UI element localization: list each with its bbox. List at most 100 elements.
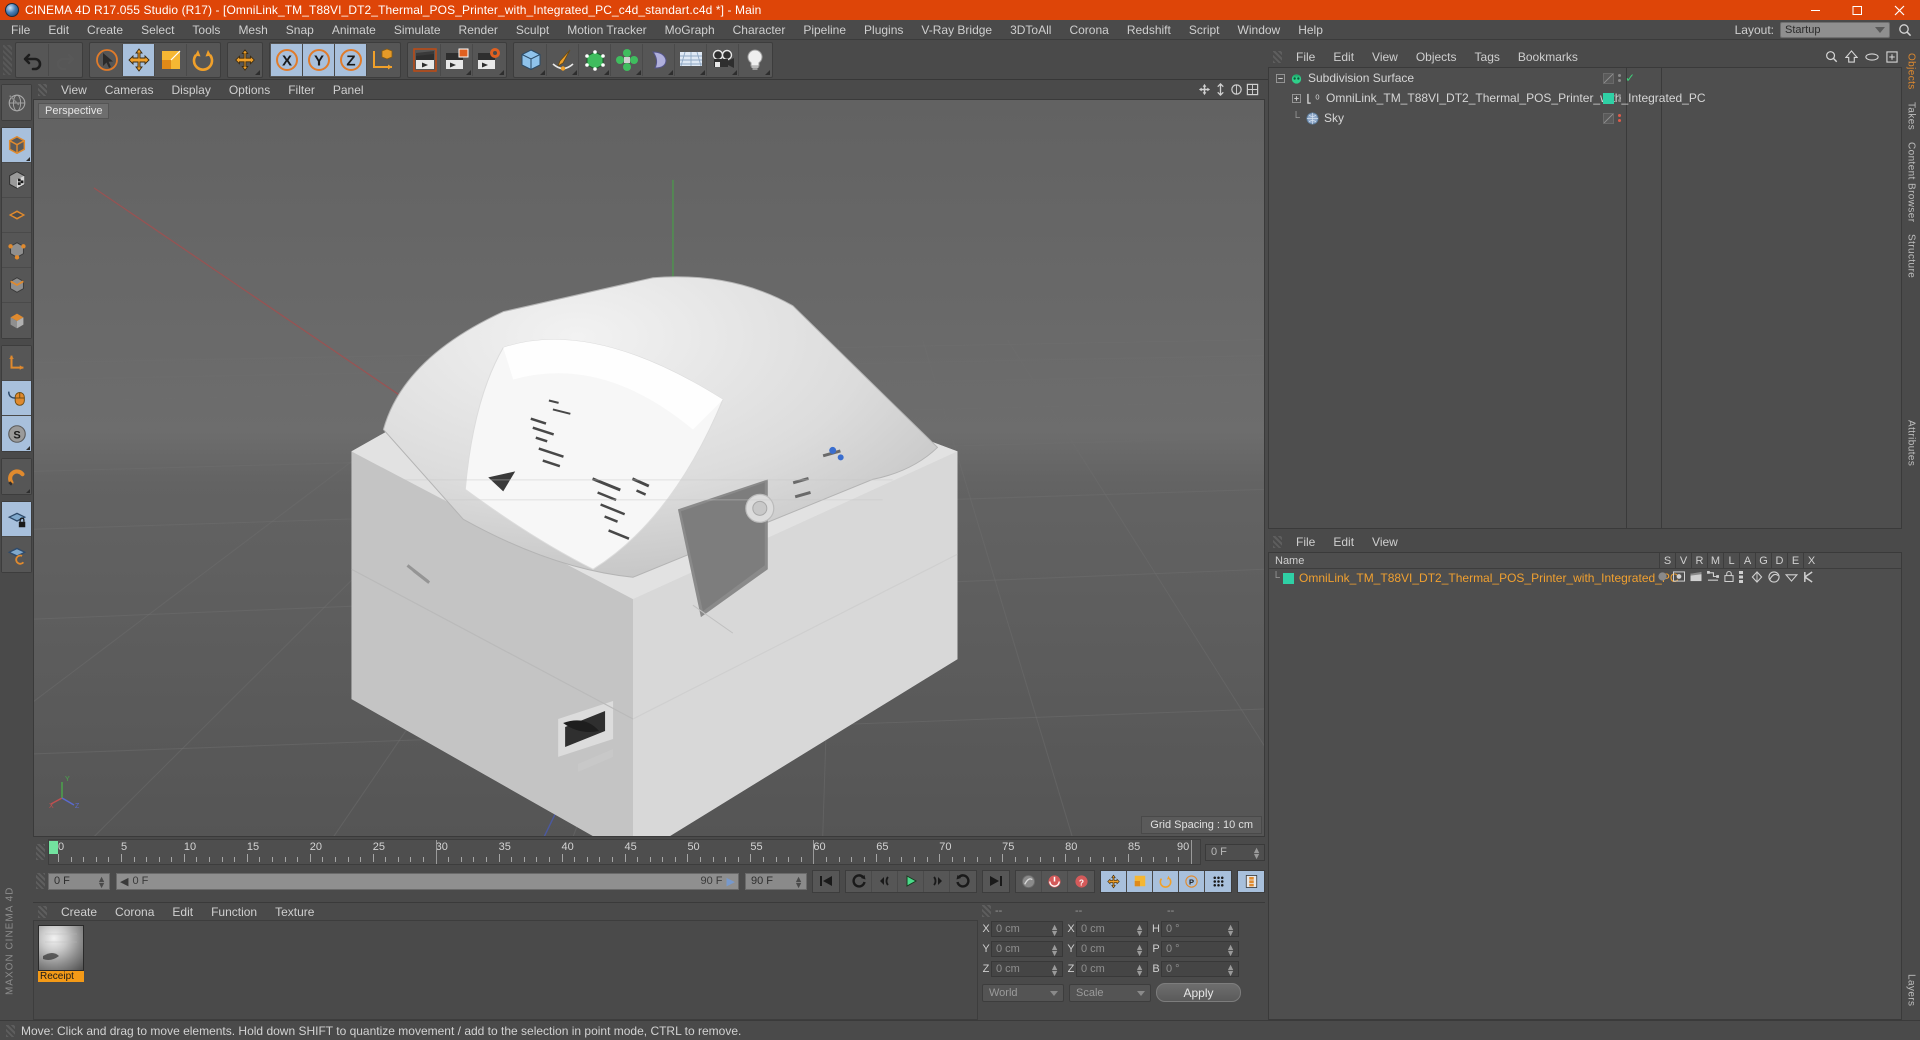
maximize-view-icon[interactable] [1246, 83, 1259, 96]
viewport-menu-panel[interactable]: Panel [324, 83, 373, 97]
material-menu-corona[interactable]: Corona [106, 905, 163, 919]
menu-item-help[interactable]: Help [1289, 20, 1332, 40]
coord-rotation-field[interactable]: 0 ° ▲ ▼ [1161, 920, 1239, 937]
visibility-icon[interactable] [1672, 571, 1686, 585]
add-array-button[interactable] [611, 44, 643, 76]
menu-item-animate[interactable]: Animate [323, 20, 385, 40]
menu-item-snap[interactable]: Snap [277, 20, 323, 40]
redo-button[interactable] [49, 44, 81, 76]
object-menu-tags[interactable]: Tags [1466, 50, 1509, 64]
timeline-grip[interactable] [36, 844, 45, 860]
range-end-field[interactable]: 90 F ▲ ▼ [745, 872, 807, 890]
search-icon[interactable] [1825, 50, 1838, 63]
coordinates-grip[interactable] [982, 905, 991, 917]
key-scale-button[interactable] [1127, 870, 1153, 892]
magnet-button[interactable] [2, 459, 31, 494]
tree-expander-icon[interactable] [1289, 93, 1303, 103]
rotate-icon[interactable] [1230, 83, 1243, 96]
texture-mode-button[interactable] [2, 163, 31, 198]
move-alt-button[interactable] [229, 44, 261, 76]
undo-button[interactable] [17, 44, 49, 76]
menu-item-file[interactable]: File [2, 20, 39, 40]
spinner-icon[interactable]: ▲ ▼ [794, 874, 803, 889]
model-mode-button[interactable] [2, 128, 31, 163]
key-pla-button[interactable] [1205, 870, 1231, 892]
next-key-button[interactable] [950, 870, 976, 892]
spinner-icon[interactable]: ▲ ▼ [1135, 962, 1144, 977]
object-menu-view[interactable]: View [1363, 50, 1407, 64]
coord-rotation-field[interactable]: 0 ° ▲ ▼ [1161, 960, 1239, 977]
material-item[interactable]: Receipt [38, 925, 84, 982]
edge-mode-button[interactable] [2, 268, 31, 303]
render-region-button[interactable] [441, 44, 473, 76]
vtab-structure[interactable]: Structure [1906, 228, 1917, 284]
material-menu-create[interactable]: Create [52, 905, 106, 919]
toolbar-grip[interactable] [3, 45, 12, 75]
axis-x-button[interactable]: X [271, 44, 303, 76]
maximize-button[interactable] [1836, 0, 1878, 20]
attr-col-e[interactable]: E [1787, 553, 1803, 569]
attr-menu-file[interactable]: File [1287, 535, 1324, 549]
object-menu-edit[interactable]: Edit [1324, 50, 1363, 64]
tree-expander-icon[interactable] [1273, 73, 1287, 83]
add-camera-button[interactable] [707, 44, 739, 76]
material-menu-edit[interactable]: Edit [163, 905, 202, 919]
object-manager-grip[interactable] [1273, 51, 1282, 63]
vtab-objects[interactable]: Objects [1906, 47, 1917, 96]
xpresso-icon[interactable] [1803, 570, 1814, 586]
viewport-menu-filter[interactable]: Filter [279, 83, 324, 97]
coord-size-field[interactable]: 0 cm ▲ ▼ [1076, 960, 1148, 977]
prev-key-button[interactable] [846, 870, 872, 892]
object-enable-checkbox[interactable] [1603, 72, 1614, 84]
vtab-attributes[interactable]: Attributes [1906, 414, 1917, 472]
workplane-rotate-button[interactable] [2, 537, 31, 572]
vtab-takes[interactable]: Takes [1906, 96, 1917, 136]
menu-item-motion-tracker[interactable]: Motion Tracker [558, 20, 655, 40]
axis-mode-button[interactable] [2, 346, 31, 381]
visibility-dots[interactable] [1618, 94, 1621, 102]
world-axis-button[interactable] [367, 44, 399, 76]
autokeying-button[interactable]: ? [1068, 870, 1094, 892]
timeline-playhead[interactable] [49, 841, 58, 854]
attr-menu-view[interactable]: View [1363, 535, 1407, 549]
coord-rotation-field[interactable]: 0 ° ▲ ▼ [1161, 940, 1239, 957]
polygon-mode-button[interactable] [2, 198, 31, 233]
material-menu-grip[interactable] [38, 905, 47, 918]
object-mode-button[interactable] [2, 303, 31, 338]
key-position-button[interactable] [1101, 870, 1127, 892]
add-light-button[interactable] [739, 44, 771, 76]
menu-item-mograph[interactable]: MoGraph [656, 20, 724, 40]
object-row[interactable]: 0 OmniLink_TM_T88VI_DT2_Thermal_POS_Print… [1269, 88, 1901, 108]
deformer-icon[interactable] [1768, 570, 1780, 586]
generator-icon[interactable] [1751, 570, 1763, 586]
object-color-swatch[interactable] [1603, 92, 1614, 104]
transform-mode-dropdown[interactable]: Scale [1069, 983, 1151, 1002]
axis-y-button[interactable]: Y [303, 44, 335, 76]
menu-item-simulate[interactable]: Simulate [385, 20, 450, 40]
material-menu-function[interactable]: Function [202, 905, 266, 919]
viewport-menu-view[interactable]: View [52, 83, 96, 97]
live-selection-button[interactable] [91, 44, 123, 76]
viewport-menu-options[interactable]: Options [220, 83, 279, 97]
undo-view-button[interactable] [2, 85, 31, 120]
status-grip[interactable] [6, 1024, 15, 1037]
attribute-manager-grip[interactable] [1273, 536, 1282, 548]
minimize-button[interactable] [1794, 0, 1836, 20]
attr-col-v[interactable]: V [1675, 553, 1691, 569]
object-tree[interactable]: Subdivision Surface ✓ 0 OmniLink_TM_T88VI_D… [1268, 67, 1902, 529]
attr-col-d[interactable]: D [1771, 553, 1787, 569]
expression-icon[interactable] [1784, 571, 1799, 585]
coord-position-field[interactable]: 0 cm ▲ ▼ [991, 920, 1063, 937]
spinner-icon[interactable]: ▲ ▼ [1226, 942, 1235, 957]
render-settings-button[interactable] [473, 44, 505, 76]
viewport-3d[interactable]: Perspective Grid Spacing : 10 cm X Y Z [33, 99, 1265, 837]
lock-icon[interactable] [1724, 571, 1734, 585]
menu-item-render[interactable]: Render [450, 20, 507, 40]
object-menu-bookmarks[interactable]: Bookmarks [1509, 50, 1587, 64]
render-view-button[interactable] [409, 44, 441, 76]
menu-item-edit[interactable]: Edit [39, 20, 78, 40]
timeline-range-slider[interactable]: ◀ 0 F 90 F ▶ [116, 872, 739, 890]
go-to-start-button[interactable] [813, 870, 839, 892]
timeline-ruler[interactable]: 0 5 10 15 20 25 30 35 40 45 50 55 60 65 70 75 80 85 90 [48, 839, 1201, 865]
add-environment-button[interactable] [675, 44, 707, 76]
